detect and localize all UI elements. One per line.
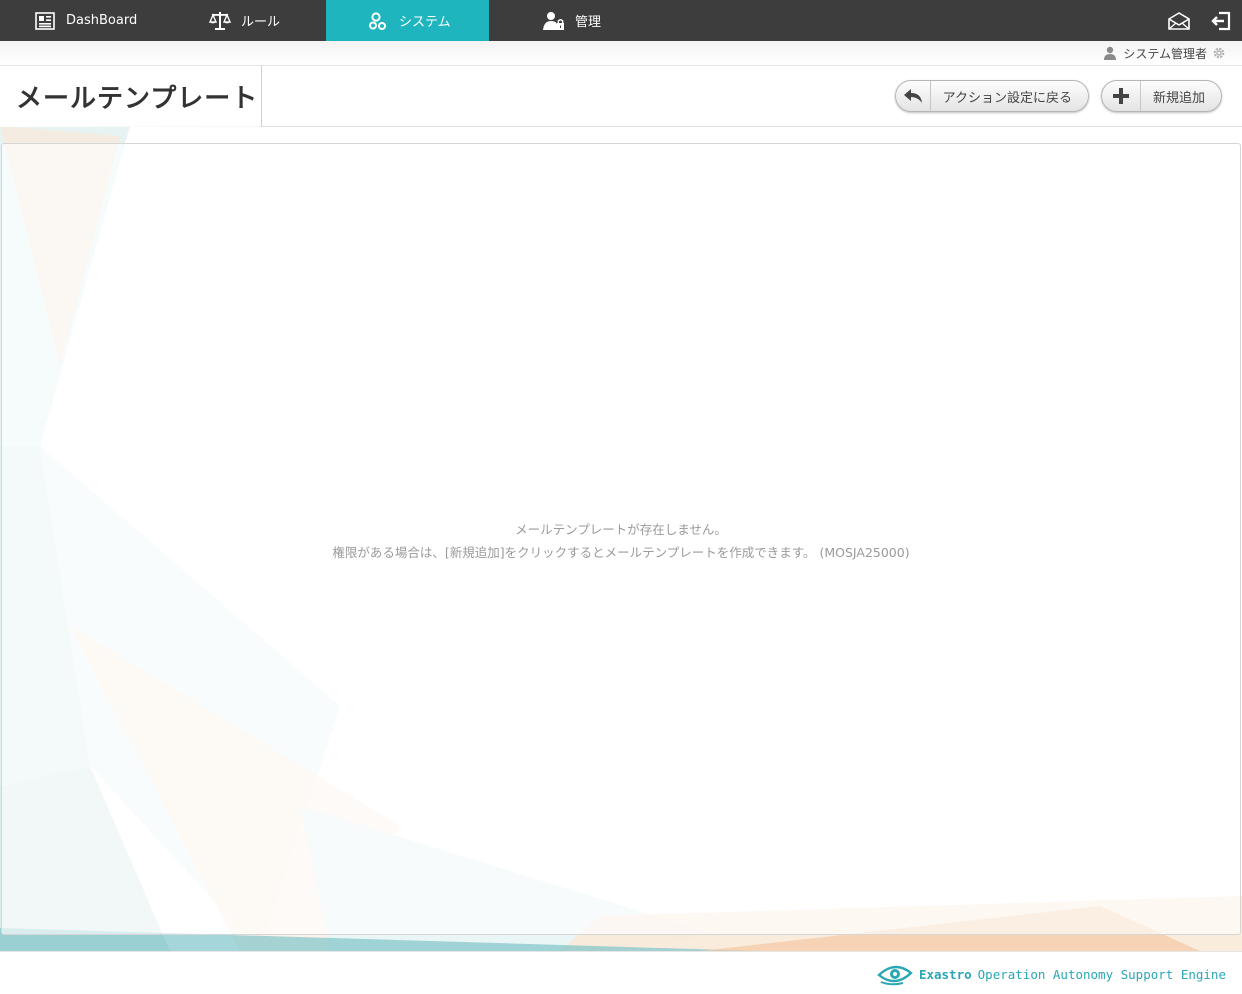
dashboard-icon <box>34 10 56 32</box>
person-icon <box>1103 46 1117 60</box>
brand-name: Exastro <box>918 966 972 982</box>
new-add-button[interactable]: 新規追加 <box>1101 80 1222 112</box>
nav-label: システム <box>399 15 451 30</box>
user-bar: システム管理者 <box>0 41 1242 66</box>
brand-tagline: Operation Autonomy Support Engine <box>977 966 1226 982</box>
nav-label: 管理 <box>575 15 602 30</box>
gears-icon <box>367 10 389 32</box>
page-title: メールテンプレート <box>16 84 259 114</box>
empty-message-line2: 権限がある場合は、[新規追加]をクリックするとメールテンプレートを作成できます。… <box>332 545 910 560</box>
footer: Exastro Operation Autonomy Support Engin… <box>0 951 1242 994</box>
back-to-action-settings-button[interactable]: アクション設定に戻る <box>895 80 1089 112</box>
back-button-label: アクション設定に戻る <box>942 90 1072 106</box>
nav-item-system[interactable]: システム <box>326 0 489 41</box>
reply-arrow-icon <box>896 81 931 111</box>
eye-logo-icon <box>877 962 913 986</box>
content-panel: メールテンプレートが存在しません。 権限がある場合は、[新規追加]をクリックする… <box>1 143 1241 935</box>
logout-icon <box>1211 11 1231 30</box>
nav-item-rule[interactable]: ルール <box>163 0 326 41</box>
user-name: システム管理者 <box>1123 46 1207 61</box>
empty-message-line1: メールテンプレートが存在しません。 <box>515 522 727 537</box>
nav-label: ルール <box>241 15 281 30</box>
nav-item-dashboard[interactable]: DashBoard <box>0 0 163 41</box>
empty-message: メールテンプレートが存在しません。 権限がある場合は、[新規追加]をクリックする… <box>2 518 1240 564</box>
scale-icon <box>209 10 231 32</box>
mail-icon <box>1168 11 1190 30</box>
page-title-box: メールテンプレート <box>0 66 262 127</box>
nav-label: DashBoard <box>66 13 138 28</box>
plus-icon <box>1102 81 1141 111</box>
nav-right-tools <box>1158 0 1242 41</box>
gear-icon[interactable] <box>1212 46 1226 60</box>
page-header: メールテンプレート アクション設定に戻る 新規追加 <box>0 66 1242 127</box>
nav-item-admin[interactable]: 管理 <box>489 0 652 41</box>
top-nav: DashBoard ルール システム 管理 <box>0 0 1242 41</box>
user-lock-icon <box>543 10 565 32</box>
mail-button[interactable] <box>1158 0 1200 41</box>
brand: Exastro Operation Autonomy Support Engin… <box>877 962 1226 986</box>
user-info: システム管理者 <box>1103 44 1226 62</box>
new-button-label: 新規追加 <box>1152 90 1205 106</box>
logout-button[interactable] <box>1200 0 1242 41</box>
